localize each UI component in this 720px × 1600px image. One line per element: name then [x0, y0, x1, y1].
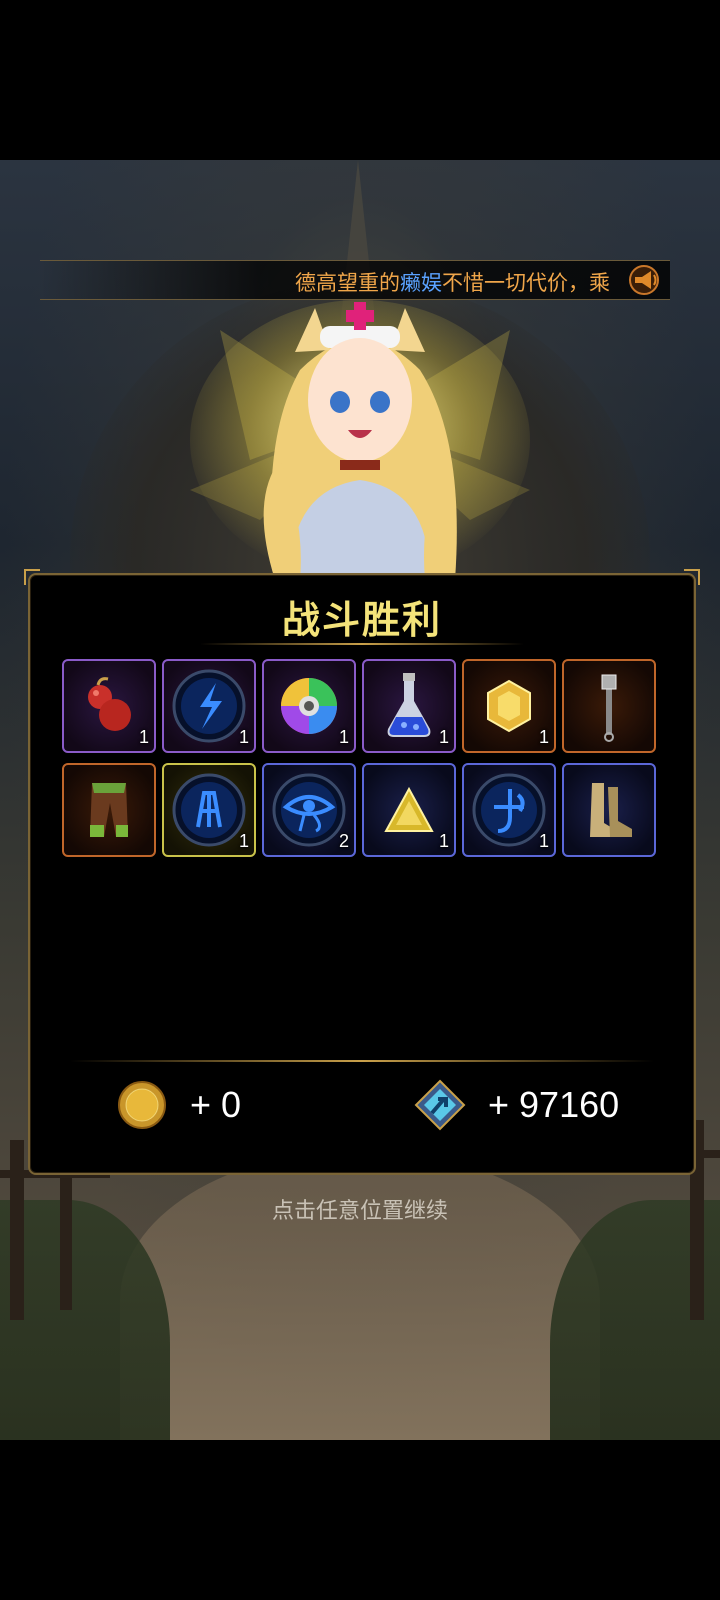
item-quantity: 1 — [338, 727, 349, 747]
loot-grid: 1 1 1 1 1 1 2 1 1 — [62, 659, 662, 857]
loot-slot[interactable]: 1 — [462, 763, 556, 857]
loot-slot[interactable]: 1 — [62, 659, 156, 753]
heroine-portrait — [190, 300, 530, 580]
iron-staff-icon — [601, 674, 617, 742]
item-quantity: 1 — [138, 727, 149, 747]
item-quantity: 1 — [238, 831, 249, 851]
rainbow-swirl-orb-icon — [281, 678, 337, 734]
title-divider — [200, 643, 524, 645]
item-quantity: 1 — [238, 727, 249, 747]
loot-slot[interactable]: 1 — [162, 659, 256, 753]
loot-slot[interactable] — [562, 763, 656, 857]
exp-amount: + 97160 — [488, 1084, 620, 1125]
loot-slot[interactable]: 1 — [362, 659, 456, 753]
eye-rune-orb-icon — [272, 773, 346, 847]
gold-gem-icon — [487, 679, 531, 733]
item-quantity: 1 — [538, 831, 549, 851]
panel-corner-ornament — [684, 569, 700, 585]
item-quantity: 1 — [538, 727, 549, 747]
gold-triangle-gem-icon — [384, 786, 434, 832]
fence-post — [10, 1140, 24, 1320]
panel-corner-ornament — [24, 569, 40, 585]
loot-slot[interactable] — [62, 763, 156, 857]
gold-amount: + 0 — [190, 1084, 242, 1125]
gold-reward: + 0 — [116, 1075, 241, 1135]
red-gourd-icon — [88, 677, 131, 731]
loot-slot[interactable]: 1 — [262, 659, 356, 753]
blue-rune-orb-icon — [472, 773, 546, 847]
item-quantity: 1 — [438, 727, 449, 747]
exp-gem-arrow-icon — [414, 1079, 466, 1131]
leather-pants-icon — [90, 783, 128, 837]
rewards-divider — [70, 1060, 654, 1062]
megaphone-icon — [629, 265, 659, 295]
tap-to-continue-hint[interactable]: 点击任意位置继续 — [0, 1193, 720, 1225]
battle-result-panel: 战斗胜利 1 1 1 1 1 1 2 1 1 + 0 + 97160 — [24, 569, 700, 1175]
loot-slot[interactable] — [562, 659, 656, 753]
blue-potion-flask-icon — [387, 673, 431, 737]
item-quantity: 1 — [438, 831, 449, 851]
item-quantity: 2 — [338, 831, 349, 851]
blue-rune-orb-icon — [172, 773, 246, 847]
loot-slot[interactable]: 1 — [362, 763, 456, 857]
exp-reward: + 97160 — [414, 1075, 619, 1135]
victory-title: 战斗胜利 — [281, 600, 442, 642]
gold-coin-icon — [118, 1081, 166, 1129]
loot-slot[interactable]: 1 — [462, 659, 556, 753]
leather-boots-icon — [590, 783, 632, 837]
loot-slot[interactable]: 2 — [262, 763, 356, 857]
loot-slot[interactable]: 1 — [162, 763, 256, 857]
blue-rune-orb-icon — [172, 669, 246, 743]
